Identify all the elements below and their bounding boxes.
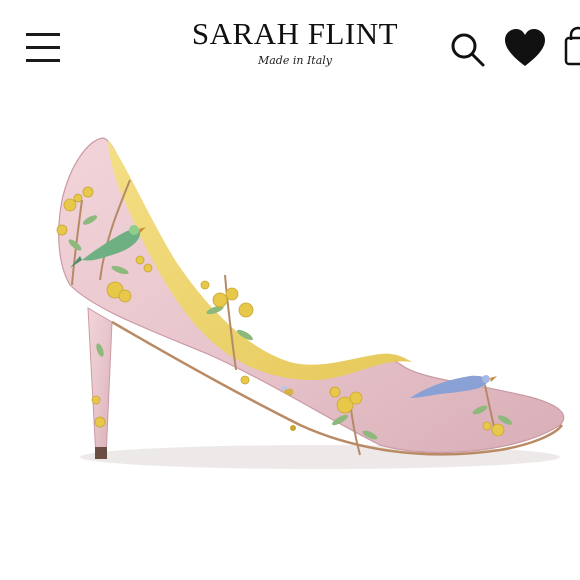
- heel-tip: [95, 447, 107, 459]
- brand-logo[interactable]: SARAH FLINT Made in Italy: [160, 16, 430, 67]
- menu-icon-line: [26, 33, 60, 36]
- product-image-area: [0, 100, 580, 580]
- heel-logo-stamp: [290, 425, 296, 431]
- search-icon: [451, 33, 485, 67]
- wishlist-button[interactable]: [503, 28, 547, 68]
- shopping-bag-button[interactable]: [563, 26, 580, 68]
- product-image[interactable]: [0, 100, 580, 580]
- search-button[interactable]: [448, 30, 488, 70]
- brand-tagline: Made in Italy: [257, 54, 333, 67]
- menu-button[interactable]: [26, 31, 60, 63]
- heart-icon: [505, 29, 545, 66]
- bag-icon: [564, 26, 580, 66]
- shoe-lining: [108, 140, 412, 381]
- stiletto-heel: [87, 307, 113, 459]
- menu-icon-line: [26, 59, 60, 62]
- site-header: SARAH FLINT Made in Italy: [0, 0, 580, 100]
- shoe-upper: [58, 137, 565, 454]
- brand-name: SARAH FLINT: [191, 16, 399, 51]
- menu-icon-line: [26, 46, 60, 49]
